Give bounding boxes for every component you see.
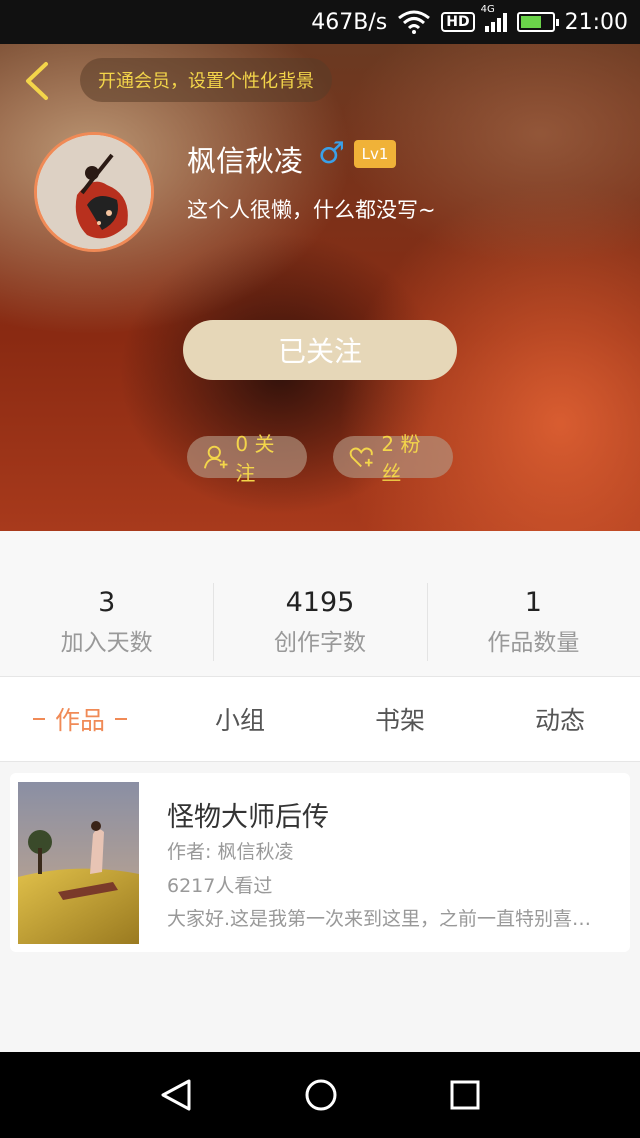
signal-icon: 4G bbox=[481, 4, 507, 32]
work-card[interactable]: 怪物大师后传 作者: 枫信秋凌 6217人看过 大家好.这是我第一次来到这里，之… bbox=[10, 773, 630, 952]
status-bar: 467B/s HD 4G 21:00 bbox=[0, 0, 640, 44]
stat-work-count: 1 作品数量 bbox=[426, 531, 640, 676]
work-author: 作者: 枫信秋凌 bbox=[167, 841, 294, 863]
book-cover bbox=[18, 782, 139, 944]
active-dash-right bbox=[115, 718, 127, 720]
profile-header: 开通会员，设置个性化背景 枫信秋凌 ♂ Lv1 这个人很懒，什么都没写~ 已关注… bbox=[0, 44, 640, 531]
stat-label: 创作字数 bbox=[273, 630, 366, 656]
battery-icon bbox=[516, 12, 559, 32]
stats-row: 3 加入天数 4195 创作字数 1 作品数量 bbox=[0, 531, 640, 676]
tab-label: 书架 bbox=[374, 706, 425, 735]
profile-tabs: 作品 小组 书架 动态 bbox=[0, 676, 640, 762]
avatar[interactable] bbox=[34, 132, 154, 252]
username: 枫信秋凌 bbox=[187, 144, 304, 178]
stat-value: 4195 bbox=[285, 587, 355, 618]
fans-label: 2 粉丝 bbox=[381, 432, 421, 485]
circle-home-icon[interactable] bbox=[303, 1077, 339, 1113]
fans-chip[interactable]: 2 粉丝 bbox=[333, 432, 453, 485]
follow-button-label: 已关注 bbox=[277, 335, 362, 368]
male-gender-icon: ♂ bbox=[318, 136, 345, 171]
stat-label: 作品数量 bbox=[487, 630, 580, 656]
tab-bookshelf[interactable]: 书架 bbox=[320, 677, 480, 761]
vip-prompt-label: 开通会员，设置个性化背景 bbox=[98, 71, 314, 92]
stat-value: 1 bbox=[524, 587, 542, 618]
heart-plus-icon bbox=[349, 447, 373, 468]
tab-works[interactable]: 作品 bbox=[0, 677, 160, 761]
triangle-back-icon[interactable] bbox=[159, 1077, 193, 1113]
tab-activity[interactable]: 动态 bbox=[480, 677, 640, 761]
tab-groups[interactable]: 小组 bbox=[160, 677, 320, 761]
following-label: 0 关注 bbox=[235, 432, 275, 485]
stat-value: 3 bbox=[98, 587, 116, 618]
work-views: 6217人看过 bbox=[167, 875, 273, 897]
tab-label: 小组 bbox=[214, 706, 265, 735]
stat-join-days: 3 加入天数 bbox=[0, 531, 213, 676]
work-description: 大家好.这是我第一次来到这里，之前一直特别喜欢... bbox=[167, 908, 607, 930]
network-type: 4G bbox=[480, 4, 495, 15]
user-bio: 这个人很懒，什么都没写~ bbox=[187, 198, 436, 222]
hd-badge: HD bbox=[441, 12, 475, 32]
follow-button[interactable]: 已关注 bbox=[183, 320, 457, 380]
wifi-icon bbox=[398, 10, 431, 34]
avatar-image bbox=[37, 135, 151, 249]
active-dash-left bbox=[32, 718, 45, 720]
tab-label: 动态 bbox=[534, 706, 585, 735]
network-speed: 467B/s bbox=[311, 9, 388, 35]
square-recent-icon[interactable] bbox=[449, 1079, 481, 1111]
tab-label: 作品 bbox=[54, 706, 105, 735]
work-title: 怪物大师后传 bbox=[167, 802, 329, 833]
level-badge: Lv1 bbox=[354, 140, 396, 168]
following-chip[interactable]: 0 关注 bbox=[187, 432, 307, 485]
system-nav-bar bbox=[0, 1052, 640, 1138]
clock: 21:00 bbox=[564, 9, 628, 35]
user-plus-icon bbox=[203, 445, 228, 469]
chevron-left-icon[interactable] bbox=[18, 60, 58, 102]
vip-background-prompt[interactable]: 开通会员，设置个性化背景 bbox=[80, 58, 332, 102]
stat-word-count: 4195 创作字数 bbox=[213, 531, 426, 676]
stat-label: 加入天数 bbox=[60, 630, 153, 656]
